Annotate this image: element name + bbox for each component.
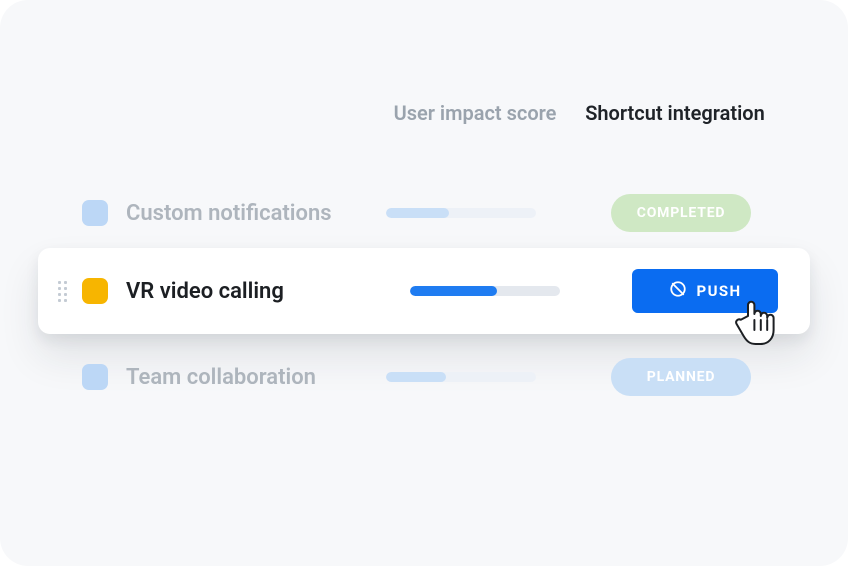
row-checkbox[interactable] xyxy=(82,200,108,226)
push-button-label: PUSH xyxy=(697,282,742,300)
column-header-score: User impact score xyxy=(380,100,570,127)
integration-cell: PLANNED xyxy=(576,358,786,396)
score-fill xyxy=(386,372,446,382)
score-bar xyxy=(386,372,536,382)
row-checkbox[interactable] xyxy=(82,364,108,390)
sync-icon xyxy=(669,280,687,302)
feature-table-panel: User impact score Shortcut integration C… xyxy=(0,0,848,566)
row-checkbox[interactable] xyxy=(82,278,108,304)
table-row: Custom notifications COMPLETED xyxy=(62,176,786,250)
column-header-integration: Shortcut integration xyxy=(570,100,780,127)
row-label: Team collaboration xyxy=(126,365,386,390)
score-cell xyxy=(386,372,576,382)
score-cell xyxy=(386,208,576,218)
row-label: Custom notifications xyxy=(126,201,386,226)
status-badge: PLANNED xyxy=(611,358,751,396)
score-fill xyxy=(410,286,497,296)
drag-handle-icon[interactable] xyxy=(52,281,72,302)
column-headers: User impact score Shortcut integration xyxy=(0,100,848,127)
status-badge: COMPLETED xyxy=(611,194,751,232)
score-fill xyxy=(386,208,449,218)
table-row: Team collaboration PLANNED xyxy=(62,340,786,414)
integration-cell: COMPLETED xyxy=(576,194,786,232)
score-cell xyxy=(410,286,600,296)
row-label: VR video calling xyxy=(126,279,410,304)
table-row[interactable]: VR video calling PUSH xyxy=(38,248,810,334)
integration-cell: PUSH xyxy=(600,269,810,313)
score-bar xyxy=(410,286,560,296)
score-bar xyxy=(386,208,536,218)
push-button[interactable]: PUSH xyxy=(632,269,778,313)
